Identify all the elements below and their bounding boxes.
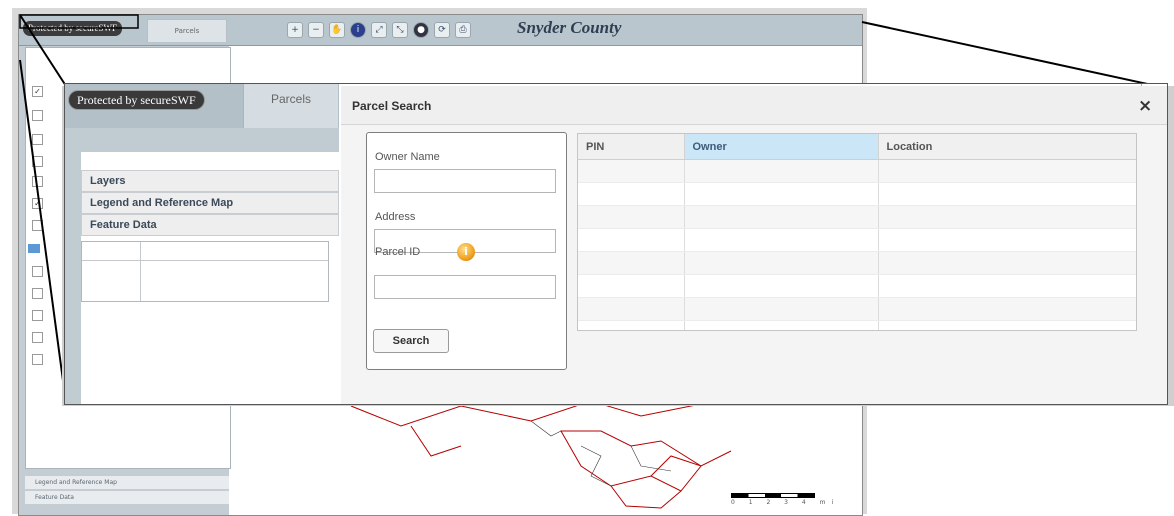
secure-swf-logo: Protected by secureSWF [69,91,204,109]
map-tools: + − ✋ i ⤢ ⤡ ● ⟳ ⎙ [287,22,471,40]
parcel-boundary [560,430,702,492]
results-table: PIN Owner Location [577,133,1137,331]
road-line [580,445,612,487]
connector-top-right [861,21,1167,89]
pan-hand-icon[interactable]: ✋ [329,22,345,38]
parcel-search-dialog: Parcel Search × Owner Name Address Parce… [341,86,1167,404]
layer-checkbox[interactable] [32,266,43,277]
zoom-out-icon[interactable]: − [308,22,324,38]
layer-checkbox[interactable]: ✓ [32,86,43,97]
column-header-location[interactable]: Location [878,134,1136,160]
table-row[interactable] [578,274,1136,298]
accordion-feature-data[interactable]: Feature Data [25,490,229,504]
accordion-legend[interactable]: Legend and Reference Map [25,475,229,489]
accordion-legend-reference-map[interactable]: Legend and Reference Map [81,192,339,214]
feature-data-table [81,241,329,302]
layer-checkbox[interactable] [32,110,43,121]
layer-checkbox[interactable] [32,354,43,365]
accordion-layers[interactable]: Layers [81,170,339,192]
layer-checkbox[interactable] [32,156,43,167]
info-icon[interactable]: i [350,22,366,38]
owner-name-label: Owner Name [375,151,440,163]
layer-checkbox[interactable] [32,134,43,145]
owner-name-field[interactable] [374,169,556,193]
layer-checkbox[interactable] [32,310,43,321]
layer-checkbox[interactable] [32,332,43,343]
parcel-boundary [610,485,682,509]
tab-parcels[interactable]: Parcels [243,84,338,128]
parcel-id-field[interactable] [374,275,556,299]
table-column-divider [140,242,141,301]
dialog-title: Parcel Search [352,99,432,113]
top-toolbar: Protected by secureSWF Parcels + − ✋ i ⤢… [19,15,862,46]
table-row[interactable] [578,297,1136,321]
search-button[interactable]: Search [373,329,449,353]
county-title: Snyder County [517,18,622,37]
table-row[interactable] [578,205,1136,229]
road-line [630,445,672,472]
address-label: Address [375,211,416,223]
table-row[interactable] [578,159,1136,183]
column-header-pin[interactable]: PIN [578,134,685,160]
table-row[interactable] [578,228,1136,252]
parcel-id-label: Parcel ID [375,246,421,258]
table-header-row: PIN Owner Location [578,134,1136,160]
layer-checkbox[interactable] [32,176,43,187]
zoom-panel: Protected by secureSWF Parcels Layers Le… [64,83,1168,405]
parcel-boundary [650,450,732,477]
layer-checkbox[interactable]: ✓ [32,198,43,209]
fixed-zoom-icon[interactable]: ⤡ [392,22,408,38]
refresh-icon[interactable]: ⟳ [434,22,450,38]
road-line [530,420,562,437]
selected-layer-highlight [28,244,40,253]
table-row-divider [82,260,328,261]
column-header-owner[interactable]: Owner [684,134,879,160]
left-panel-header: Protected by secureSWF Parcels [65,84,339,128]
globe-icon[interactable]: ● [413,22,429,38]
accordion-feature-data[interactable]: Feature Data [81,214,339,236]
layer-checkbox[interactable] [32,220,43,231]
search-form: Owner Name Address Parcel ID i Search [366,132,567,370]
table-row[interactable] [578,182,1136,206]
layer-checkbox[interactable] [32,288,43,299]
parcel-boundary [410,425,462,457]
info-icon[interactable]: i [457,243,475,261]
scale-labels: 0 1 2 3 4 mi [731,499,840,506]
full-extent-icon[interactable]: ⤢ [371,22,387,38]
table-row[interactable] [578,251,1136,275]
table-row[interactable] [578,320,1136,330]
scale-bar [731,493,815,498]
secure-swf-logo: Protected by secureSWF [23,21,122,36]
close-icon[interactable]: × [1138,96,1152,116]
dialog-header: Parcel Search × [341,86,1167,125]
zoom-in-icon[interactable]: + [287,22,303,38]
tab-parcels[interactable]: Parcels [147,19,227,42]
print-icon[interactable]: ⎙ [455,22,471,38]
